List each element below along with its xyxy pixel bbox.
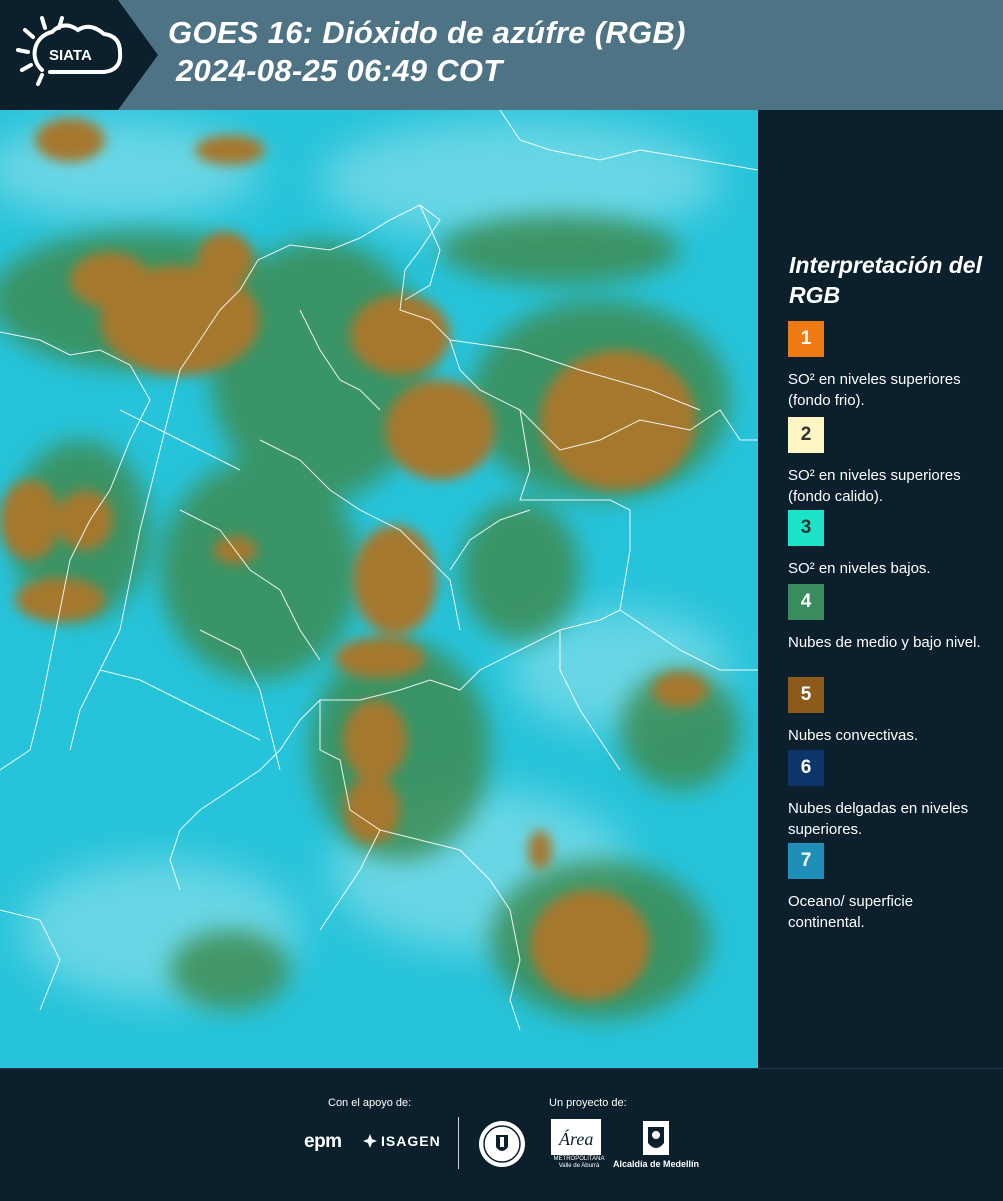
legend-text-7: Oceano/ superficie continental. (788, 893, 914, 931)
header: SIATA GOES 16: Dióxido de azúfre (RGB) 2… (0, 0, 1003, 110)
title-line-2: 2024-08-25 06:49 COT (176, 53, 503, 88)
logo-text: SIATA (49, 47, 92, 64)
area-subtitle: METROPOLITANA Valle de Aburrá (553, 1156, 605, 1169)
legend-text-5: Nubes convectivas. (788, 727, 919, 744)
support-label: Con el apoyo de: (328, 1097, 412, 1109)
legend-item-2: 2 SO² en niveles superiores (fondo calid… (788, 417, 993, 507)
legend-item-4: 4 Nubes de medio y bajo nivel. (788, 584, 993, 653)
legend-item-6: 6 Nubes delgadas en niveles superiores. (788, 750, 993, 840)
alcaldia-label: Alcaldía de Medellín (613, 1159, 700, 1169)
legend-item-1: 1 SO² en niveles superiores (fondo frio)… (788, 321, 993, 411)
legend-item-5: 5 Nubes convectivas. (788, 677, 993, 746)
legend-text-6: Nubes delgadas en niveles superiores. (788, 800, 969, 838)
satellite-map (0, 110, 758, 1068)
legend-swatch-6: 6 (788, 750, 824, 786)
legend-text-4: Nubes de medio y bajo nivel. (788, 634, 981, 651)
legend-title: Interpretación del RGB (789, 252, 982, 308)
legend-text-2: SO² en niveles superiores (fondo calido)… (788, 467, 961, 505)
footer-divider (458, 1117, 459, 1169)
legend-panel: Interpretación del RGB 1 SO² en niveles … (758, 110, 1003, 1068)
legend-swatch-1: 1 (788, 321, 824, 357)
isagen-logo: ISAGEN (362, 1133, 441, 1149)
page-title: GOES 16: Dióxido de azúfre (RGB) 2024-08… (168, 14, 686, 90)
legend-text-3: SO² en niveles bajos. (788, 560, 931, 577)
legend-item-3: 3 SO² en niveles bajos. (788, 510, 993, 579)
legend-swatch-2: 2 (788, 417, 824, 453)
isagen-text: ISAGEN (381, 1133, 441, 1149)
area-logo-text: Área (558, 1128, 593, 1149)
legend-text-1: SO² en niveles superiores (fondo frio). (788, 371, 961, 409)
satellite-image (0, 110, 758, 1068)
project-label: Un proyecto de: (549, 1097, 627, 1109)
legend-swatch-3: 3 (788, 510, 824, 546)
footer: Con el apoyo de: Un proyecto de: epm ISA… (0, 1068, 1003, 1201)
epm-logo: epm (304, 1131, 342, 1152)
alcaldia-shield-icon (643, 1121, 669, 1155)
legend-swatch-5: 5 (788, 677, 824, 713)
legend-swatch-7: 7 (788, 843, 824, 879)
medellin-seal-icon (479, 1121, 525, 1167)
isagen-mark-icon (363, 1134, 377, 1148)
siata-logo: SIATA (16, 16, 123, 86)
legend-item-7: 7 Oceano/ superficie continental. (788, 843, 993, 933)
legend-swatch-4: 4 (788, 584, 824, 620)
title-line-1: GOES 16: Dióxido de azúfre (RGB) (168, 15, 686, 50)
